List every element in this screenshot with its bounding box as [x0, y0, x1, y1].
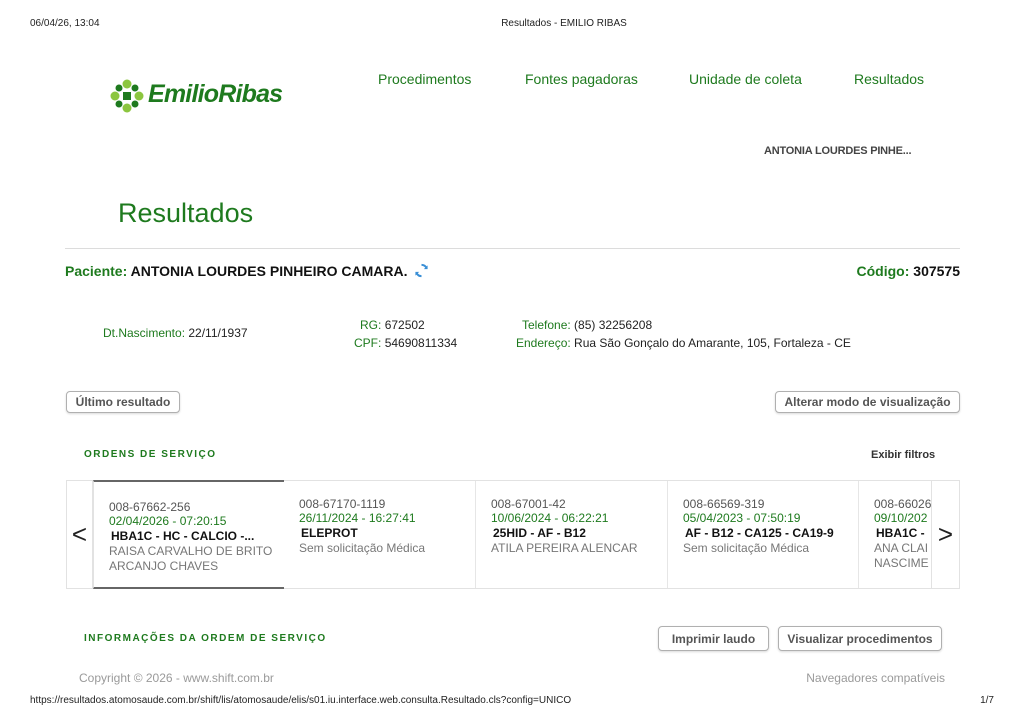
order-doctor: ATILA PEREIRA ALENCAR — [491, 541, 638, 555]
order-date: 09/10/202 — [874, 511, 928, 525]
order-doctor: RAISA CARVALHO DE BRITO ARCANJO CHAVES — [109, 544, 273, 573]
nav-unidade-de-coleta[interactable]: Unidade de coleta — [689, 71, 802, 87]
order-doctor: Sem solicitação Médica — [299, 541, 426, 555]
rg-label: RG: — [360, 318, 382, 332]
address-info: Endereço: Rua São Gonçalo do Amarante, 1… — [516, 336, 851, 350]
order-card[interactable]: 008-67662-256 02/04/2026 - 07:20:15 HBA1… — [93, 480, 284, 589]
patient-label: Paciente: — [65, 263, 128, 279]
order-exams: AF - B12 - CA125 - CA19-9 — [685, 526, 834, 540]
code-label: Código: — [856, 263, 910, 279]
order-date: 10/06/2024 - 06:22:21 — [491, 511, 609, 525]
order-doctor: Sem solicitação Médica — [683, 541, 810, 555]
address-value: Rua São Gonçalo do Amarante, 105, Fortal… — [574, 336, 851, 350]
carousel-next-arrow[interactable]: > — [931, 480, 960, 589]
order-exams: 25HID - AF - B12 — [493, 526, 586, 540]
patient-line: Paciente: ANTONIA LOURDES PINHEIRO CAMAR… — [65, 263, 429, 281]
order-card[interactable]: 008-66026 09/10/202 HBA1C - ANA CLAI NAS… — [859, 481, 931, 588]
title-divider — [65, 248, 960, 249]
nav-fontes-pagadoras[interactable]: Fontes pagadoras — [525, 71, 638, 87]
order-number: 008-67001-42 — [491, 497, 566, 511]
change-view-button[interactable]: Alterar modo de visualização — [775, 391, 960, 413]
print-title: Resultados - EMILIO RIBAS — [501, 18, 627, 29]
order-date: 02/04/2026 - 07:20:15 — [109, 514, 227, 528]
patient-name: ANTONIA LOURDES PINHEIRO CAMARA. — [130, 263, 408, 279]
order-date: 26/11/2024 - 16:27:41 — [299, 511, 416, 525]
birth-label: Dt.Nascimento: — [103, 326, 186, 340]
order-exams: HBA1C - HC - CALCIO -... — [111, 529, 255, 543]
rg-value: 672502 — [384, 318, 425, 332]
carousel-prev-arrow[interactable]: < — [66, 480, 93, 589]
order-number: 008-66569-319 — [683, 497, 765, 511]
rg-info: RG: 672502 — [360, 318, 425, 332]
nav-resultados[interactable]: Resultados — [854, 71, 924, 87]
order-doctor: ANA CLAI NASCIME — [874, 541, 929, 570]
page-title: Resultados — [118, 198, 254, 228]
birth-value: 22/11/1937 — [188, 326, 248, 340]
order-exams: HBA1C - — [876, 526, 925, 540]
order-date: 05/04/2023 - 07:50:19 — [683, 511, 801, 525]
order-card[interactable]: 008-67001-42 10/06/2024 - 06:22:21 25HID… — [476, 481, 667, 588]
nav-procedimentos[interactable]: Procedimentos — [378, 71, 471, 87]
cpf-info: CPF: 54690811334 — [354, 336, 457, 350]
birth-info: Dt.Nascimento: 22/11/1937 — [103, 326, 248, 340]
order-info-section-label: INFORMAÇÕES DA ORDEM DE SERVIÇO — [84, 633, 327, 644]
logo[interactable]: EmilioRibas — [109, 76, 299, 118]
logo-text: EmilioRibas — [148, 80, 283, 108]
order-number: 008-66026 — [874, 497, 931, 511]
view-procedures-button[interactable]: Visualizar procedimentos — [778, 626, 942, 651]
print-url: https://resultados.atomosaude.com.br/shi… — [30, 695, 572, 706]
phone-info: Telefone: (85) 32256208 — [522, 318, 652, 332]
order-card[interactable]: 008-67170-1119 26/11/2024 - 16:27:41 ELE… — [284, 481, 475, 588]
order-number: 008-67170-1119 — [299, 497, 386, 511]
order-number: 008-67662-256 — [109, 500, 191, 514]
address-label: Endereço: — [516, 336, 571, 350]
orders-section-label: ORDENS DE SERVIÇO — [84, 449, 217, 460]
order-exams: ELEPROT — [301, 526, 358, 540]
cpf-value: 54690811334 — [384, 336, 458, 350]
last-result-button[interactable]: Último resultado — [66, 391, 180, 413]
copyright-text: Copyright © 2026 - www.shift.com.br — [79, 671, 274, 685]
show-filters-link[interactable]: Exibir filtros — [871, 449, 935, 461]
print-report-button[interactable]: Imprimir laudo — [658, 626, 769, 651]
user-menu[interactable]: ANTONIA LOURDES PINHE... — [764, 145, 912, 157]
phone-label: Telefone: — [522, 318, 571, 332]
compatible-browsers-link[interactable]: Navegadores compatíveis — [806, 671, 945, 685]
patient-code: Código: 307575 — [857, 263, 960, 279]
print-page-number: 1/7 — [980, 695, 994, 706]
phone-value: (85) 32256208 — [574, 318, 653, 332]
green-cross-logo-icon — [110, 79, 144, 113]
cpf-label: CPF: — [354, 336, 382, 350]
order-card[interactable]: 008-66569-319 05/04/2023 - 07:50:19 AF -… — [668, 481, 858, 588]
code-value: 307575 — [913, 263, 960, 279]
refresh-icon[interactable] — [414, 263, 429, 281]
